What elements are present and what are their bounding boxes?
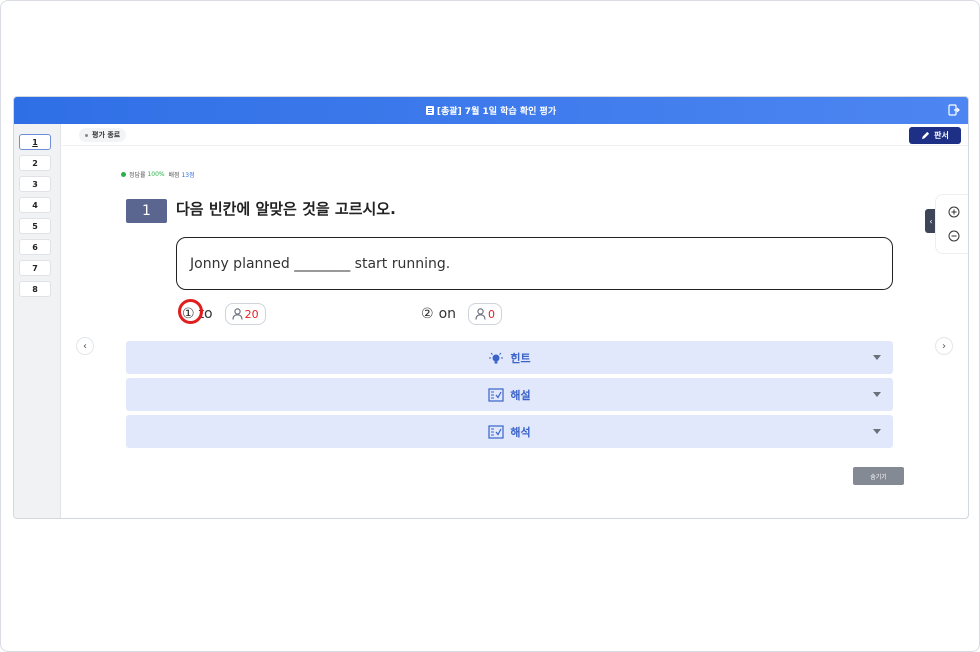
translation-panel[interactable]: 해석 [126, 415, 893, 448]
chevron-down-icon [873, 392, 881, 397]
person-icon [232, 308, 243, 320]
checklist-icon [488, 387, 504, 402]
dot-icon [85, 133, 88, 137]
choice-1-count-badge: 20 [224, 303, 266, 325]
end-evaluation-button[interactable]: 평가 종료 [79, 128, 127, 142]
window-title: [총괄] 7월 1일 학습 확인 평가 [436, 107, 557, 117]
choice-2-text: on [438, 306, 457, 322]
board-button[interactable]: 판서 [909, 127, 961, 144]
score-label: 배점 [168, 172, 180, 179]
person-icon [475, 308, 486, 320]
selected-circle-mark [178, 299, 203, 324]
sidebar-item-1[interactable]: 1 [19, 134, 51, 150]
question-sidebar: 1 2 3 4 5 6 7 8 [14, 124, 61, 518]
explanation-panel[interactable]: 해설 [126, 378, 893, 411]
score-stats: 정답률 100% 배점 13점 [121, 170, 195, 179]
sidebar-item-5[interactable]: 5 [19, 218, 51, 234]
sidebar-item-3[interactable]: 3 [19, 176, 51, 192]
chevron-down-icon [873, 429, 881, 434]
choice-1-count: 20 [244, 307, 259, 321]
hide-button[interactable]: 숨기기 [853, 467, 904, 485]
lightbulb-icon [489, 352, 504, 363]
choice-2-number: ② [421, 306, 434, 322]
hint-panel[interactable]: 힌트 [126, 341, 893, 374]
top-toolbar: 평가 종료 판서 [62, 124, 968, 146]
checklist-icon [488, 424, 504, 439]
question-passage: Jonny planned ________ start running. [176, 237, 893, 290]
zoom-in-icon[interactable] [948, 206, 960, 218]
next-question-button[interactable]: › [935, 337, 953, 355]
board-label: 판서 [934, 131, 949, 140]
chevron-left-icon: ‹ [929, 216, 933, 226]
rate-label: 정답률 [129, 172, 146, 179]
choice-2-count: 0 [488, 307, 496, 321]
exit-icon[interactable] [948, 104, 960, 116]
sidebar-item-4[interactable]: 4 [19, 197, 51, 213]
chevron-left-icon: ‹ [83, 340, 87, 352]
choice-2-count-badge: 0 [468, 303, 503, 325]
chevron-right-icon: › [942, 340, 946, 352]
choice-1[interactable]: ① to 20 [178, 299, 266, 325]
question-text: 다음 빈칸에 알맞은 것을 고르시오. [176, 200, 396, 218]
app-window: [총괄] 7월 1일 학습 확인 평가 1 2 3 4 5 6 7 8 평가 종… [13, 96, 969, 519]
title-bar: [총괄] 7월 1일 학습 확인 평가 [14, 97, 968, 124]
pencil-icon [922, 131, 930, 140]
sidebar-item-7[interactable]: 7 [19, 260, 51, 276]
chevron-down-icon [873, 355, 881, 360]
screen-frame: [총괄] 7월 1일 학습 확인 평가 1 2 3 4 5 6 7 8 평가 종… [0, 0, 980, 652]
zoom-panel [935, 194, 968, 254]
question-number: 1 [126, 199, 167, 223]
sidebar-item-6[interactable]: 6 [19, 239, 51, 255]
score-value: 13점 [181, 172, 195, 179]
hint-label: 힌트 [510, 351, 531, 365]
sidebar-item-2[interactable]: 2 [19, 155, 51, 171]
translation-label: 해석 [510, 425, 531, 439]
passage-text: Jonny planned ________ start running. [190, 255, 451, 272]
status-dot-icon [121, 172, 126, 177]
explanation-label: 해설 [510, 388, 531, 402]
choice-2[interactable]: ② on 0 [421, 303, 503, 325]
prev-question-button[interactable]: ‹ [76, 337, 94, 355]
sidebar-item-8[interactable]: 8 [19, 281, 51, 297]
end-evaluation-label: 평가 종료 [92, 131, 121, 139]
zoom-out-icon[interactable] [948, 230, 960, 242]
rate-value: 100% [147, 171, 165, 178]
document-icon [425, 106, 434, 115]
